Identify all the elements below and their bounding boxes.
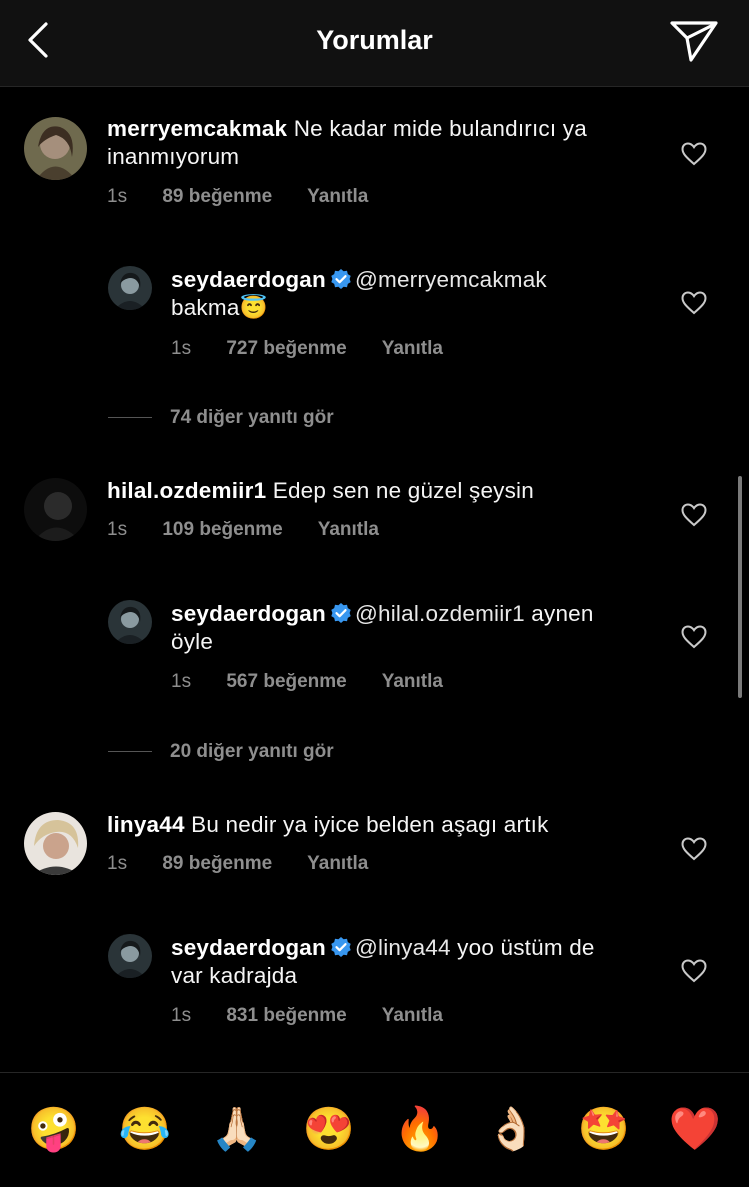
mention-link[interactable]: @hilal.ozdemiir1 bbox=[355, 601, 525, 626]
reply-button[interactable]: Yanıtla bbox=[307, 853, 368, 874]
mention-link[interactable]: @linya44 bbox=[355, 935, 451, 960]
scrollbar[interactable] bbox=[738, 476, 742, 698]
username[interactable]: merryemcakmak bbox=[107, 116, 287, 141]
reply-button[interactable]: Yanıtla bbox=[382, 1005, 443, 1026]
comment-text: linya44 Bu nedir ya iyice belden aşagı a… bbox=[107, 812, 549, 837]
view-more-replies[interactable]: 20 diğer yanıtı gör bbox=[108, 741, 334, 763]
view-more-replies[interactable]: 74 diğer yanıtı gör bbox=[108, 407, 334, 429]
emoji-heart-eyes[interactable]: 😍 bbox=[301, 1103, 357, 1155]
heart-icon[interactable] bbox=[681, 503, 707, 527]
comment-meta: 1s 109 beğenme Yanıtla bbox=[107, 519, 379, 540]
heart-icon[interactable] bbox=[681, 837, 707, 861]
emoji-tears-of-joy[interactable]: 😂 bbox=[117, 1103, 173, 1155]
heart-icon[interactable] bbox=[681, 959, 707, 983]
reply-button[interactable]: Yanıtla bbox=[318, 519, 379, 540]
comment-text: merryemcakmak Ne kadar mide bulandırıcı … bbox=[107, 116, 587, 169]
avatar[interactable] bbox=[24, 117, 87, 180]
username[interactable]: linya44 bbox=[107, 812, 185, 837]
verified-badge-icon bbox=[331, 937, 351, 957]
comment-meta: 1s 89 beğenme Yanıtla bbox=[107, 853, 369, 874]
emoji-bar: 🤪 😂 🙏🏻 😍 🔥 👌🏻 🤩 ❤️ bbox=[0, 1072, 749, 1187]
comment-meta: 1s 567 beğenme Yanıtla bbox=[171, 671, 443, 692]
likes-count[interactable]: 727 beğenme bbox=[226, 338, 346, 359]
avatar[interactable] bbox=[108, 600, 152, 644]
username[interactable]: seydaerdogan bbox=[171, 267, 326, 292]
username[interactable]: seydaerdogan bbox=[171, 935, 326, 960]
likes-count[interactable]: 831 beğenme bbox=[226, 1005, 346, 1026]
verified-badge-icon bbox=[331, 603, 351, 623]
comment-text: seydaerdogan @linya44 yoo üstüm de var k… bbox=[171, 935, 595, 988]
emoji-zany-face[interactable]: 🤪 bbox=[26, 1103, 82, 1155]
likes-count[interactable]: 109 beğenme bbox=[162, 519, 282, 540]
reply-button[interactable]: Yanıtla bbox=[382, 671, 443, 692]
comment-text: seydaerdogan @merryemcakmak bakma😇 bbox=[171, 267, 547, 320]
comment-text: seydaerdogan @hilal.ozdemiir1 aynen öyle bbox=[171, 601, 594, 654]
emoji-folded-hands[interactable]: 🙏🏻 bbox=[209, 1103, 265, 1155]
send-icon[interactable] bbox=[668, 18, 720, 64]
mention-link[interactable]: @merryemcakmak bbox=[355, 267, 547, 292]
divider-line bbox=[108, 751, 152, 753]
reply-button[interactable]: Yanıtla bbox=[382, 338, 443, 359]
reply-button[interactable]: Yanıtla bbox=[307, 186, 368, 207]
heart-icon[interactable] bbox=[681, 142, 707, 166]
emoji-star-struck[interactable]: 🤩 bbox=[576, 1103, 632, 1155]
page-title: Yorumlar bbox=[316, 25, 433, 55]
divider-line bbox=[108, 417, 152, 419]
likes-count[interactable]: 89 beğenme bbox=[162, 186, 272, 207]
avatar[interactable] bbox=[108, 934, 152, 978]
heart-icon[interactable] bbox=[681, 625, 707, 649]
verified-badge-icon bbox=[331, 269, 351, 289]
comment-meta: 1s 727 beğenme Yanıtla bbox=[171, 338, 443, 359]
emoji-red-heart[interactable]: ❤️ bbox=[667, 1103, 723, 1155]
username[interactable]: seydaerdogan bbox=[171, 601, 326, 626]
emoji-fire[interactable]: 🔥 bbox=[392, 1103, 448, 1155]
heart-icon[interactable] bbox=[681, 291, 707, 315]
likes-count[interactable]: 567 beğenme bbox=[226, 671, 346, 692]
avatar[interactable] bbox=[24, 812, 87, 875]
avatar[interactable] bbox=[108, 266, 152, 310]
comment-meta: 1s 831 beğenme Yanıtla bbox=[171, 1005, 443, 1026]
comment-meta: 1s 89 beğenme Yanıtla bbox=[107, 186, 369, 207]
avatar[interactable] bbox=[24, 478, 87, 541]
top-bar: Yorumlar bbox=[0, 0, 749, 87]
likes-count[interactable]: 89 beğenme bbox=[162, 853, 272, 874]
emoji-ok-hand[interactable]: 👌🏻 bbox=[484, 1103, 540, 1155]
comment-text: hilal.ozdemiir1 Edep sen ne güzel şeysin bbox=[107, 478, 534, 503]
username[interactable]: hilal.ozdemiir1 bbox=[107, 478, 266, 503]
